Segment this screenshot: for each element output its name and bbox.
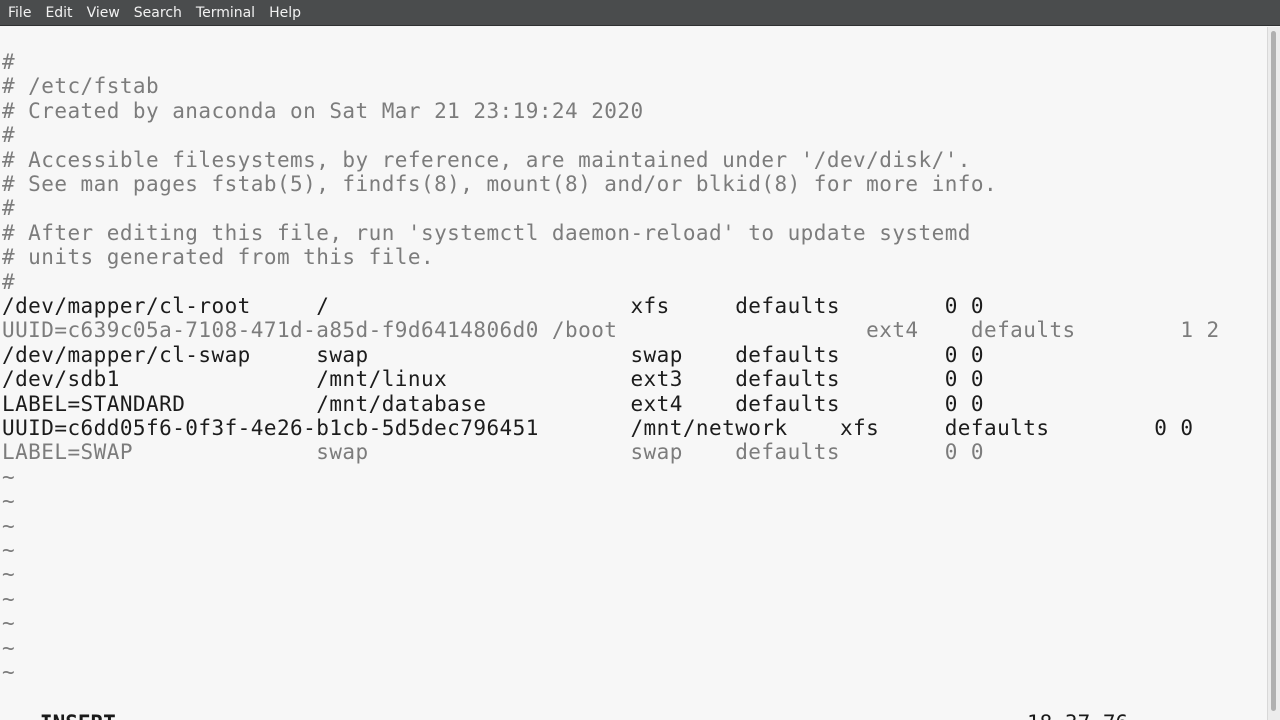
- empty-line-marker: ~: [2, 635, 16, 660]
- editor-line: #: [2, 269, 16, 294]
- editor-line: # Accessible filesystems, by reference, …: [2, 147, 971, 172]
- vertical-scrollbar[interactable]: [1267, 27, 1280, 720]
- editor-line: # units generated from this file.: [2, 245, 435, 270]
- editor-line: # /etc/fstab: [2, 74, 160, 99]
- menu-terminal[interactable]: Terminal: [189, 0, 262, 26]
- editor-line: # After editing this file, run 'systemct…: [2, 220, 971, 245]
- editor-line: /dev/sdb1 /mnt/linux ext3 defaults 0 0: [2, 367, 984, 392]
- empty-line-marker: ~: [2, 562, 16, 587]
- menu-view[interactable]: View: [80, 0, 127, 26]
- menu-help[interactable]: Help: [262, 0, 308, 26]
- empty-line-marker: ~: [2, 660, 16, 684]
- editor-line: #: [2, 196, 16, 221]
- empty-line-marker: ~: [2, 513, 16, 538]
- editor-line: # Created by anaconda on Sat Mar 21 23:1…: [2, 98, 644, 123]
- editor-line: LABEL=STANDARD /mnt/database ext4 defaul…: [2, 391, 984, 416]
- terminal-area[interactable]: # # /etc/fstab # Created by anaconda on Sa…: [0, 27, 1268, 720]
- editor-line: UUID=c6dd05f6-0f3f-4e26-b1cb-5d5dec79645…: [2, 416, 1194, 440]
- editor-line: /dev/mapper/cl-swap swap swap defaults 0…: [2, 342, 984, 367]
- cursor-position: 18,37-76: [1027, 711, 1128, 720]
- menu-search[interactable]: Search: [127, 0, 189, 26]
- empty-line-marker: ~: [2, 611, 16, 636]
- editor-line: UUID=c639c05a-7108-471d-a85d-f9d6414806d…: [2, 318, 1220, 343]
- scrollbar-thumb[interactable]: [1271, 31, 1276, 711]
- empty-line-marker: ~: [2, 538, 16, 562]
- menu-bar: File Edit View Search Terminal Help: [0, 0, 1280, 26]
- editor-line: /dev/mapper/cl-root / xfs defaults 0 0: [2, 294, 984, 318]
- editor-line: LABEL=SWAP swap swap defaults 0 0: [2, 440, 984, 465]
- empty-line-marker: ~: [2, 464, 16, 489]
- vim-mode-indicator: -- INSERT --: [2, 711, 154, 720]
- editor-line: #: [2, 50, 16, 74]
- editor-line: # See man pages fstab(5), findfs(8), mou…: [2, 172, 998, 196]
- menu-file[interactable]: File: [0, 0, 38, 26]
- editor-line: #: [2, 123, 16, 148]
- menu-edit[interactable]: Edit: [38, 0, 79, 26]
- empty-line-marker: ~: [2, 489, 16, 514]
- empty-line-marker: ~: [2, 586, 16, 611]
